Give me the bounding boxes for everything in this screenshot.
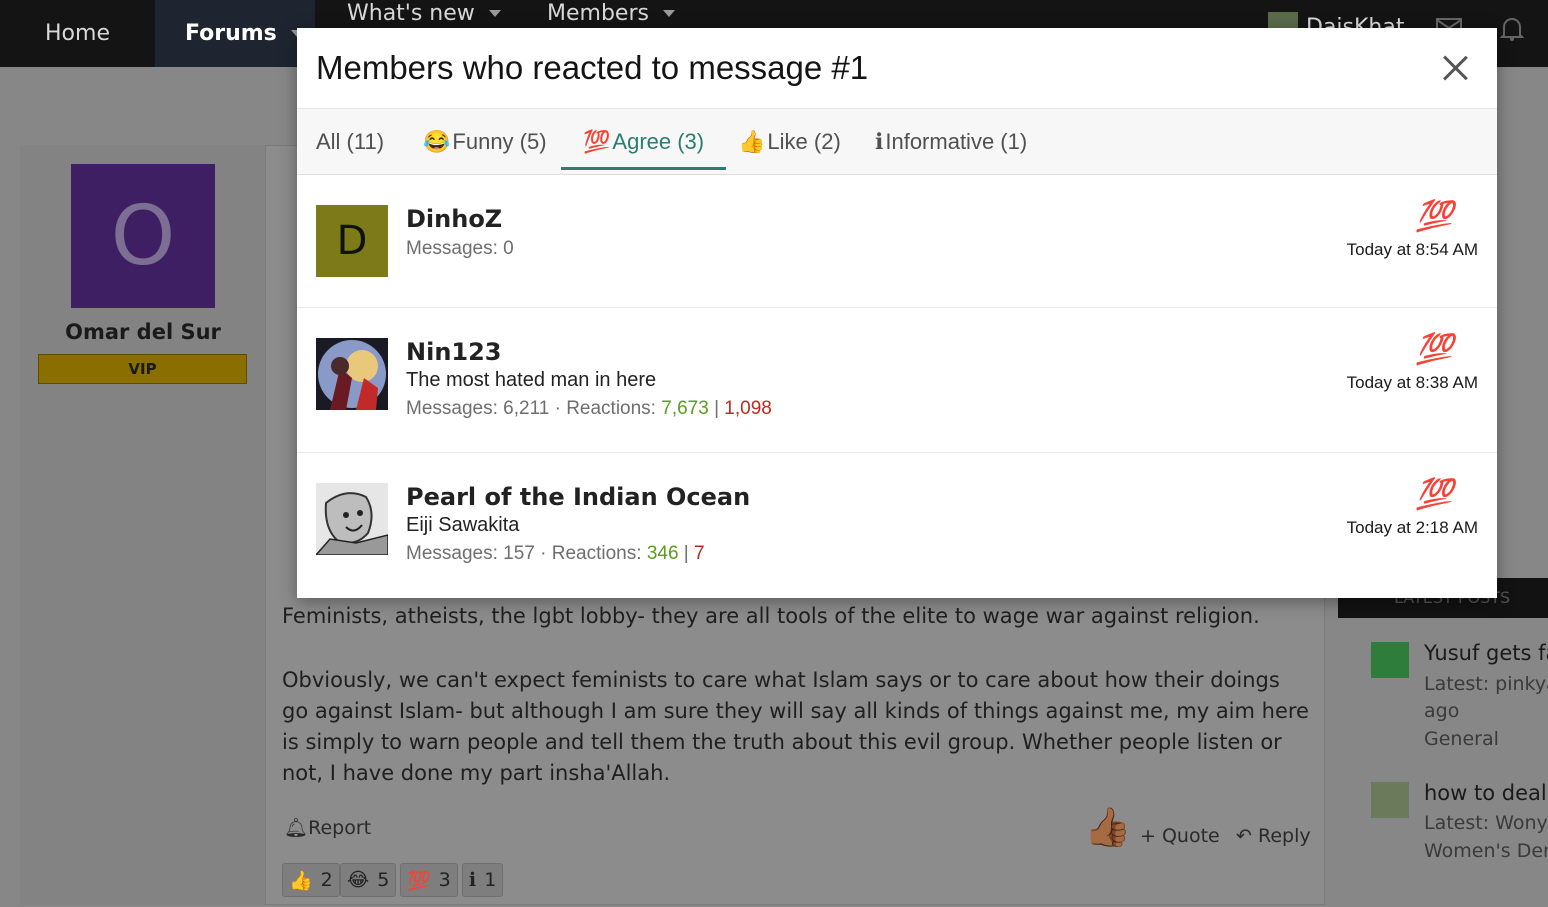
avatar[interactable] — [314, 483, 389, 556]
reactions-label: Reactions: — [551, 543, 642, 564]
reply-arrow-icon: ↶ — [1236, 825, 1258, 847]
reaction-count: 5 — [377, 869, 390, 891]
avatar[interactable] — [316, 338, 388, 410]
bell-icon[interactable] — [1499, 16, 1526, 42]
laughing-icon: 😂 — [347, 869, 370, 891]
tab-funny-label: Funny (5) — [452, 129, 547, 154]
reaction-tabs: All (11) 😂 Funny (5) 💯 Agree (3) 👍 Like … — [297, 109, 1497, 175]
reaction-chip-agree[interactable]: 💯 3 — [400, 863, 458, 897]
reply-button[interactable]: ↶ Reply — [1236, 825, 1311, 847]
positive-reactions: 346 — [646, 543, 679, 564]
report-link[interactable]: 🔔︎Report — [284, 816, 371, 839]
tab-informative[interactable]: ℹ Informative (1) — [875, 109, 1027, 175]
tab-like-label: Like (2) — [767, 129, 841, 154]
messages-count: Messages: 6,211 — [406, 398, 550, 419]
reaction-chip-like[interactable]: 👍 2 — [282, 863, 340, 897]
hundred-icon: 💯 — [583, 129, 611, 154]
avatar-initial: D — [336, 218, 368, 264]
reactions-modal: Members who reacted to message #1 All (1… — [297, 28, 1497, 598]
nav-whats-new-label: What's new — [347, 1, 475, 26]
separator-dot: · — [554, 398, 561, 419]
author-avatar[interactable]: O — [71, 164, 215, 308]
reaction-time[interactable]: Today at 8:54 AM — [1347, 240, 1478, 260]
reaction-count: 1 — [484, 869, 497, 891]
member-stats: Messages: 157 · Reactions: 346 | 7 — [406, 543, 705, 565]
reaction-chip-informative[interactable]: ℹ1 — [462, 863, 504, 897]
avatar[interactable] — [1371, 782, 1409, 818]
close-icon[interactable] — [1441, 54, 1469, 82]
thumbs-up-icon: 👍 — [289, 869, 313, 892]
latest-post-forum[interactable]: Women's Den — [1424, 840, 1548, 862]
tab-agree[interactable]: 💯 Agree (3) — [561, 109, 727, 175]
reaction-chip-funny[interactable]: 😂 5 — [340, 863, 397, 897]
latest-post-title[interactable]: Yusuf gets fa — [1424, 641, 1548, 665]
nav-forums-label: Forums — [185, 21, 277, 46]
tab-agree-label: Agree (3) — [612, 129, 705, 154]
member-name[interactable]: Pearl of the Indian Ocean — [406, 483, 750, 511]
separator-bar: | — [714, 398, 720, 419]
modal-header: Members who reacted to message #1 — [297, 28, 1497, 109]
nav-home[interactable]: Home — [0, 0, 155, 67]
author-badge: VIP — [38, 354, 247, 384]
info-icon: ℹ — [469, 869, 477, 891]
reaction-count: 2 — [320, 869, 333, 891]
separator-dot: · — [540, 543, 547, 564]
modal-title: Members who reacted to message #1 — [316, 49, 869, 86]
negative-reactions: 7 — [694, 543, 705, 564]
info-icon: ℹ — [875, 129, 884, 154]
tab-informative-label: Informative (1) — [885, 129, 1028, 154]
list-item: Pearl of the Indian Ocean Eiji Sawakita … — [297, 453, 1497, 598]
tab-all-label: All (11) — [316, 129, 385, 154]
hundred-icon: 💯 — [1415, 199, 1453, 234]
post-paragraph: Feminists, atheists, the lgbt lobby- the… — [282, 604, 1260, 628]
tab-funny[interactable]: 😂 Funny (5) — [423, 109, 547, 175]
avatar[interactable] — [1371, 642, 1409, 678]
bell-icon: 🔔︎ — [284, 817, 309, 839]
avatar[interactable]: D — [316, 205, 388, 277]
messages-count: Messages: 157 — [406, 543, 535, 564]
reaction-time[interactable]: Today at 2:18 AM — [1347, 518, 1478, 538]
quote-label: + Quote — [1140, 825, 1220, 847]
report-label: Report — [308, 817, 372, 839]
latest-post-meta: ago — [1424, 700, 1460, 722]
post-paragraph: Obviously, we can't expect feminists to … — [282, 668, 1309, 785]
reply-label: Reply — [1257, 825, 1311, 847]
author-name[interactable]: Omar del Sur — [20, 320, 266, 344]
member-stats: Messages: 0 — [406, 238, 514, 260]
latest-post-meta: Latest: Wonylu — [1424, 812, 1548, 834]
thumbs-up-icon: 👍 — [738, 129, 766, 154]
latest-post-title[interactable]: how to deal — [1424, 781, 1547, 805]
member-title: The most hated man in here — [406, 369, 657, 391]
chevron-down-icon[interactable] — [662, 10, 675, 17]
reactions-label: Reactions: — [566, 398, 656, 419]
hundred-icon: 💯 — [407, 869, 431, 892]
member-name[interactable]: Nin123 — [406, 338, 502, 366]
laughing-icon: 😂 — [423, 129, 451, 154]
messages-count: Messages: 0 — [406, 238, 514, 259]
tab-all[interactable]: All (11) — [316, 109, 384, 175]
member-name[interactable]: DinhoZ — [406, 205, 502, 233]
hundred-icon: 💯 — [1415, 332, 1453, 367]
nav-members-label: Members — [547, 1, 649, 26]
like-button[interactable]: 👍🏾 — [1084, 805, 1131, 850]
author-avatar-initial: O — [110, 188, 176, 284]
quote-button[interactable]: + Quote — [1140, 825, 1220, 847]
nav-home-label: Home — [45, 21, 110, 46]
reaction-count: 3 — [438, 869, 451, 891]
list-item: D DinhoZ Messages: 0 💯 Today at 8:54 AM — [297, 175, 1497, 308]
hundred-icon: 💯 — [1415, 477, 1453, 512]
chevron-down-icon[interactable] — [488, 10, 501, 17]
member-title: Eiji Sawakita — [406, 514, 520, 536]
latest-post-meta: Latest: pinkyar — [1424, 673, 1548, 695]
separator-bar: | — [683, 543, 689, 564]
list-item: Nin123 The most hated man in here Messag… — [297, 308, 1497, 453]
positive-reactions: 7,673 — [661, 398, 709, 419]
member-stats: Messages: 6,211 · Reactions: 7,673 | 1,0… — [406, 398, 772, 420]
nav-forums[interactable]: Forums — [155, 0, 315, 67]
tab-like[interactable]: 👍 Like (2) — [738, 109, 841, 175]
latest-post-forum[interactable]: General — [1424, 728, 1499, 750]
negative-reactions: 1,098 — [724, 398, 772, 419]
reaction-time[interactable]: Today at 8:38 AM — [1347, 373, 1478, 393]
